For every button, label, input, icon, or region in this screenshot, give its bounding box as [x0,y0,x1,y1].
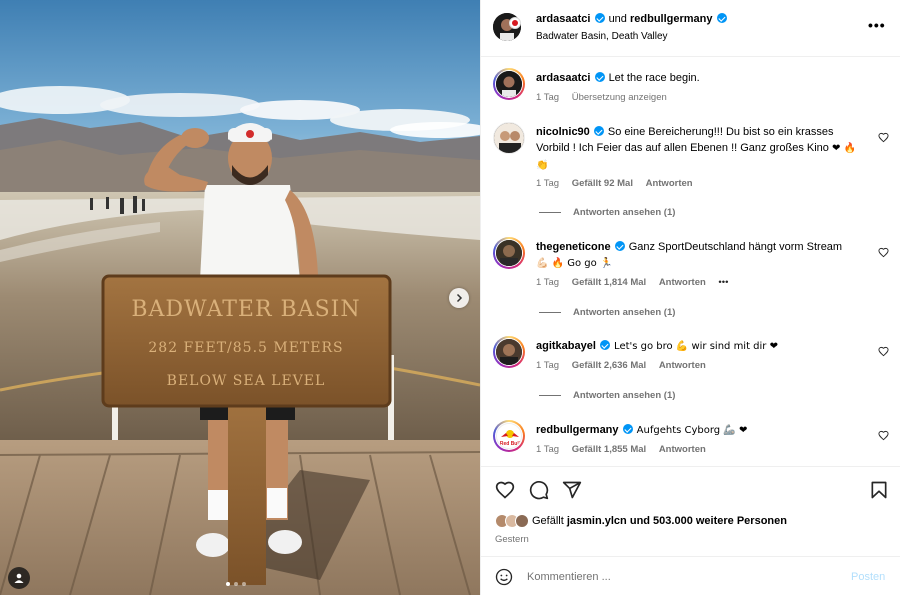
verified-badge-icon [593,126,604,136]
comment-meta: 1 Tag Gefällt 92 Mal Antworten [536,178,703,189]
comment-body: Aufgehts Cyborg 🦾 ❤ [636,425,748,436]
liker-avatar [515,514,529,528]
post-actions: Gefällt jasmin.ylcn und 503.000 weitere … [481,466,900,556]
sign-text-3: BELOW SEA LEVEL [167,373,326,389]
comment-likes[interactable]: Gefällt 1,855 Mal [572,444,646,455]
like-comment-heart-icon[interactable] [878,430,889,441]
save-bookmark-icon[interactable] [869,480,889,500]
caption-username[interactable]: ardasaatci [536,72,590,84]
comment-composer: Posten [481,556,900,595]
emoji-smiley-icon[interactable] [495,568,513,586]
comment-time[interactable]: 1 Tag [536,277,559,288]
replies-line [539,312,561,313]
view-replies-label: Antworten ansehen (1) [573,207,676,218]
comment-options-icon[interactable]: ••• [718,277,728,288]
comment-meta: 1 Tag Gefällt 1,814 Mal Antworten ••• [536,277,738,288]
liked-by-username[interactable]: jasmin.ylcn [567,515,627,527]
coauthor-avatar[interactable] [509,17,521,29]
comment-likes[interactable]: Gefällt 92 Mal [572,178,633,189]
carousel-next-button[interactable] [449,288,469,308]
comment-time[interactable]: 1 Tag [536,178,559,189]
header-authors: ardasaatci und redbullgermany [536,13,728,25]
comment-username[interactable]: thegeneticone [536,241,611,253]
translate-link[interactable]: Übersetzung anzeigen [572,92,667,103]
commenter-avatar[interactable] [493,237,525,269]
carousel-dot [242,582,246,586]
more-options-icon[interactable]: ••• [868,18,886,32]
instagram-post-modal: BADWATER BASIN 282 FEET/85.5 METERS BELO… [0,0,900,595]
user-tag-icon [14,573,24,583]
comment-likes[interactable]: Gefällt 2,636 Mal [572,360,646,371]
view-replies-button[interactable]: Antworten ansehen (1) [539,390,675,401]
comment-emoji: 💪🏻 🔥 Go go 🏃 [536,258,613,269]
comment-bubble-icon[interactable] [529,480,549,500]
author-username[interactable]: ardasaatci [536,13,590,25]
caption-meta: 1 Tag Übersetzung anzeigen [536,92,677,103]
reply-button[interactable]: Antworten [659,277,706,288]
post-photo[interactable]: BADWATER BASIN 282 FEET/85.5 METERS BELO… [0,0,480,595]
tagged-users-button[interactable] [8,567,30,589]
commenter-avatar[interactable] [493,336,525,368]
carousel-dot-active [226,582,230,586]
post-side-panel: ardasaatci und redbullgermany Badwater B… [480,0,900,595]
badwater-photo-illustration: BADWATER BASIN 282 FEET/85.5 METERS BELO… [0,0,480,595]
view-replies-button[interactable]: Antworten ansehen (1) [539,207,675,218]
comment-body: Ganz SportDeutschland hängt vorm Stream [628,241,843,253]
redbull-logo-icon [512,20,518,26]
share-paper-plane-icon[interactable] [562,480,582,500]
comment-username[interactable]: redbullgermany [536,424,619,436]
reply-button[interactable]: Antworten [646,178,693,189]
likes-summary[interactable]: Gefällt jasmin.ylcn und 503.000 weitere … [495,514,787,528]
replies-line [539,212,561,213]
view-replies-label: Antworten ansehen (1) [573,307,676,318]
verified-badge-icon [716,13,727,23]
post-date[interactable]: Gestern [495,534,529,545]
comment-likes[interactable]: Gefällt 1,814 Mal [572,277,646,288]
chevron-right-icon [456,293,463,303]
commenter-avatar[interactable]: Red Bull [493,420,525,452]
caption-text: ardasaatci Let the race begin. [536,70,866,86]
comment-username[interactable]: nicolnic90 [536,126,590,138]
reply-button[interactable]: Antworten [659,360,706,371]
verified-badge-icon [622,424,633,434]
caption-time[interactable]: 1 Tag [536,92,559,103]
verified-badge-icon [594,72,605,82]
caption-body: Let the race begin. [608,72,700,84]
view-replies-label: Antworten ansehen (1) [573,390,676,401]
post-comment-button[interactable]: Posten [851,571,885,583]
like-heart-icon[interactable] [495,480,515,500]
author-conjunction: und [608,13,627,25]
comment-input[interactable] [527,567,827,587]
like-comment-heart-icon[interactable] [878,247,889,258]
post-header: ardasaatci und redbullgermany Badwater B… [481,0,900,57]
coauthor-username[interactable]: redbullgermany [630,13,713,25]
sign-text-1: BADWATER BASIN [131,297,360,322]
comment-text: agitkabayel Let's go bro 💪 wir sind mit … [536,338,866,355]
likes-count[interactable]: und 503.000 weitere Personen [630,515,787,527]
comment-time[interactable]: 1 Tag [536,444,559,455]
commenter-avatar[interactable] [493,122,525,154]
comment-body: Let's go bro 💪 wir sind mit dir ❤ [614,341,778,352]
view-replies-button[interactable]: Antworten ansehen (1) [539,307,675,318]
post-location[interactable]: Badwater Basin, Death Valley [536,31,668,42]
verified-badge-icon [614,241,625,251]
comment-meta: 1 Tag Gefällt 2,636 Mal Antworten [536,360,716,371]
comment-text: redbullgermany Aufgehts Cyborg 🦾 ❤ [536,422,866,439]
caption-avatar[interactable] [493,68,525,100]
verified-badge-icon [594,13,605,23]
like-comment-heart-icon[interactable] [878,132,889,143]
comment-text: thegeneticone Ganz SportDeutschland häng… [536,239,866,272]
reply-button[interactable]: Antworten [659,444,706,455]
carousel-indicator [226,582,246,586]
verified-badge-icon [599,340,610,350]
replies-line [539,395,561,396]
likes-prefix: Gefällt [532,515,564,527]
sign-text-2: 282 FEET/85.5 METERS [148,340,343,356]
carousel-dot [234,582,238,586]
comment-text: nicolnic90 So eine Bereicherung!!! Du bi… [536,124,866,174]
like-comment-heart-icon[interactable] [878,346,889,357]
comment-time[interactable]: 1 Tag [536,360,559,371]
comment-username[interactable]: agitkabayel [536,340,596,352]
comment-meta: 1 Tag Gefällt 1,855 Mal Antworten [536,444,716,455]
